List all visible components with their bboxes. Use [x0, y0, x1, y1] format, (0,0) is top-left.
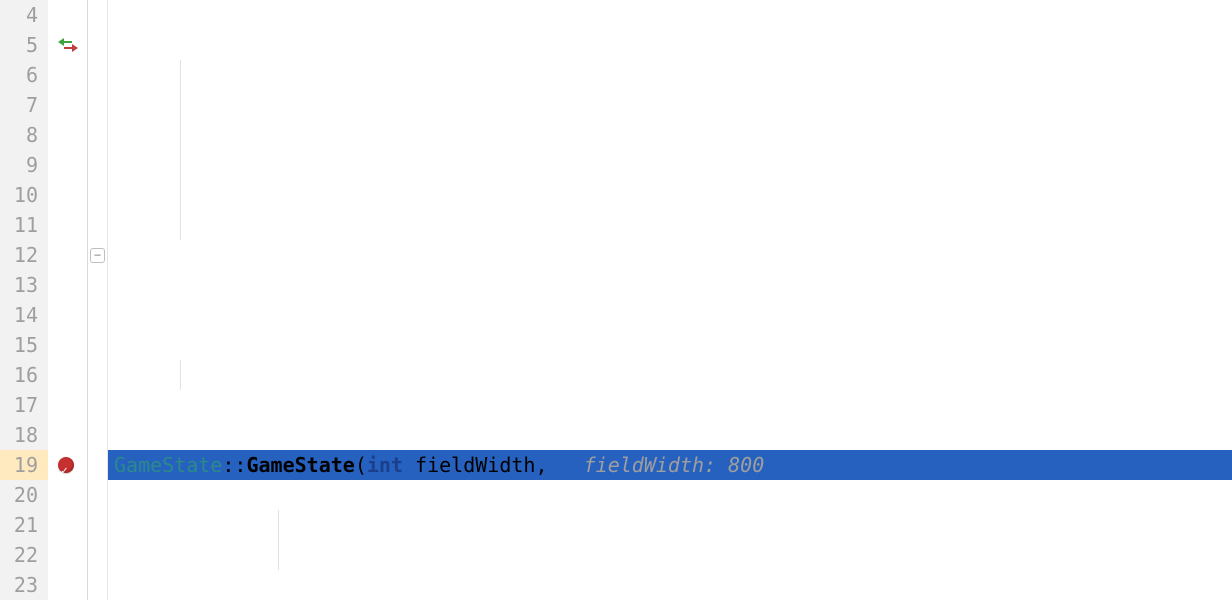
wrap-guide	[180, 60, 181, 240]
line-number: 4	[0, 0, 38, 30]
code-line[interactable]: GameState::GameState(int fieldWidth, fie…	[114, 450, 1232, 480]
line-number: 17	[0, 390, 38, 420]
line-number: 12	[0, 240, 38, 270]
fold-gutter[interactable]: −	[88, 0, 108, 600]
code-line[interactable]	[114, 300, 1232, 330]
line-number: 18	[0, 420, 38, 450]
wrap-guide	[180, 360, 181, 390]
code-area[interactable]: GameState::GameState(int fieldWidth, fie…	[108, 0, 1232, 600]
line-number: 6	[0, 60, 38, 90]
line-number: 22	[0, 540, 38, 570]
line-number: 8	[0, 120, 38, 150]
fold-toggle-icon[interactable]: −	[90, 248, 105, 263]
wrap-guide	[278, 510, 279, 570]
line-number-gutter: 4 5 6 7 8 9 10 11 12 13 14 15 16 17 18 1…	[0, 0, 48, 600]
override-arrows-icon[interactable]	[58, 35, 78, 55]
line-number: 20	[0, 480, 38, 510]
marker-gutter[interactable]	[48, 0, 88, 600]
line-number: 7	[0, 90, 38, 120]
inlay-hint: fieldWidth: 800	[548, 453, 765, 477]
breakpoint-icon[interactable]	[58, 457, 78, 477]
line-number: 11	[0, 210, 38, 240]
line-number: 13	[0, 270, 38, 300]
line-number: 5	[0, 30, 38, 60]
line-number: 23	[0, 570, 38, 600]
line-number: 16	[0, 360, 38, 390]
code-editor[interactable]: 4 5 6 7 8 9 10 11 12 13 14 15 16 17 18 1…	[0, 0, 1232, 600]
line-number: 10	[0, 180, 38, 210]
line-number: 14	[0, 300, 38, 330]
line-number: 21	[0, 510, 38, 540]
line-number: 15	[0, 330, 38, 360]
line-number: 9	[0, 150, 38, 180]
line-number: 19	[0, 450, 48, 480]
